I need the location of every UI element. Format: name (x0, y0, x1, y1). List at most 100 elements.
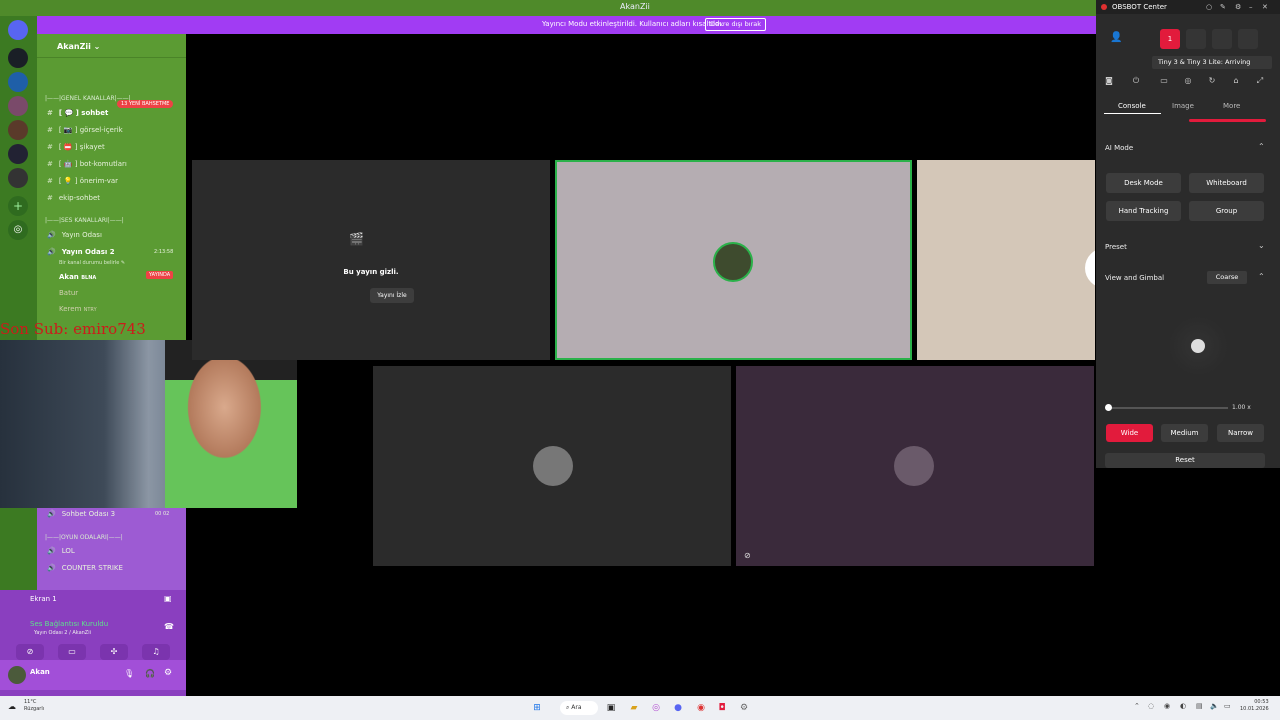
reset-button[interactable]: Reset (1105, 453, 1265, 468)
fov-narrow-button[interactable]: Narrow (1217, 424, 1264, 442)
category-general[interactable]: |——|GENEL KANALLAR|——| (45, 95, 131, 102)
tray-app-icon[interactable]: ◉ (1164, 702, 1170, 710)
user-tile[interactable] (917, 160, 1095, 360)
microphone-icon[interactable]: 🎙 (124, 669, 134, 678)
category-games[interactable]: |——|OYUN ODALARI|——| (45, 534, 123, 541)
discord-home-icon[interactable] (8, 20, 28, 40)
disable-streamer-mode-button[interactable]: Devre dışı bırak (705, 18, 766, 31)
channel-bot-komutlari[interactable]: # [ 🤖 ] bot-komutları (47, 160, 127, 168)
file-explorer-icon[interactable]: ▰ (627, 701, 641, 715)
channel-sikayet[interactable]: # [ 📛 ] şikayet (47, 143, 105, 151)
weather-icon[interactable]: ☁ (8, 702, 16, 711)
server-header[interactable]: AkanZii ⌄ (37, 34, 186, 58)
home-icon[interactable]: ⌂ (1230, 76, 1242, 88)
snapshot-icon[interactable]: ◙ (1103, 76, 1115, 88)
user-icon[interactable]: 👤 (1110, 32, 1122, 43)
device-tab[interactable] (1238, 29, 1258, 49)
tray-app-icon[interactable]: ◐ (1180, 702, 1186, 710)
zoom-slider[interactable] (1105, 404, 1228, 411)
group-button[interactable]: Group (1189, 201, 1264, 221)
chevron-down-icon[interactable]: ⌄ (1258, 241, 1265, 250)
settings-gear-icon[interactable]: ⚙ (164, 668, 172, 678)
server-icon[interactable] (8, 48, 28, 68)
screen-share-icon[interactable]: ▣ (164, 594, 172, 603)
disconnect-icon[interactable]: ☎ (164, 622, 174, 631)
server-icon[interactable] (8, 168, 28, 188)
fov-medium-button[interactable]: Medium (1161, 424, 1208, 442)
fullscreen-icon[interactable]: ⤢ (1254, 76, 1266, 88)
username[interactable]: Akan (30, 668, 50, 676)
target-icon[interactable]: ◎ (1182, 76, 1194, 88)
fov-wide-button[interactable]: Wide (1106, 424, 1153, 442)
soundboard-icon[interactable]: ♫ (142, 644, 170, 660)
voice-member[interactable]: Kerem NTRY (59, 305, 97, 313)
settings-icon[interactable]: ⚙ (737, 701, 751, 715)
watch-stream-button[interactable]: Yayını İzle (370, 288, 414, 303)
server-icon[interactable] (8, 120, 28, 140)
tab-more[interactable]: More (1223, 102, 1240, 110)
share-screen-icon[interactable]: ▭ (58, 644, 86, 660)
zoom-slider-handle[interactable] (1105, 404, 1112, 411)
browser-icon[interactable]: ◎ (649, 701, 663, 715)
server-icon[interactable] (8, 96, 28, 116)
tray-chevron-icon[interactable]: ⌃ (1134, 702, 1140, 710)
headphones-icon[interactable]: 🎧 (145, 669, 155, 678)
tab-console[interactable]: Console (1118, 102, 1146, 110)
voice-channel-lol[interactable]: 🔊 LOL (47, 547, 75, 555)
tab-image[interactable]: Image (1172, 102, 1194, 110)
volume-icon[interactable]: 🔈 (1210, 702, 1219, 710)
gimbal-joystick[interactable] (1168, 316, 1228, 376)
power-icon[interactable]: ⏻ (1130, 76, 1142, 88)
hidden-stream-tile[interactable]: 🎬 Bu yayın gizli. Yayını İzle (192, 160, 550, 360)
server-icon[interactable] (8, 144, 28, 164)
pin-icon[interactable]: ✎ (1220, 3, 1226, 11)
channel-gorsel-icerik[interactable]: # [ 📷 ] görsel-içerik (47, 126, 123, 134)
chevron-up-icon[interactable]: ⌃ (1258, 272, 1265, 281)
start-icon[interactable]: ⊞ (530, 701, 544, 715)
channel-onerim-var[interactable]: # [ 💡 ] önerim-var (47, 177, 118, 185)
speaking-user-tile[interactable] (555, 160, 912, 360)
obsbot-icon[interactable]: ◘ (715, 701, 729, 715)
device-tab[interactable] (1212, 29, 1232, 49)
channel-sohbet[interactable]: # [ 💬 ] sohbet (47, 109, 108, 117)
gimbal-speed-select[interactable]: Coarse (1207, 271, 1247, 284)
joystick-knob[interactable] (1191, 339, 1205, 353)
user-tile[interactable]: ⊘ (736, 366, 1094, 566)
chevron-up-icon[interactable]: ⌃ (1258, 142, 1265, 151)
tray-app-icon[interactable]: ◌ (1148, 702, 1154, 710)
discord-icon[interactable]: ● (671, 701, 685, 715)
record-icon[interactable]: ▭ (1158, 76, 1170, 88)
channel-ekip-sohbet[interactable]: # ekip-sohbet (47, 194, 100, 202)
desk-mode-button[interactable]: Desk Mode (1106, 173, 1181, 193)
hand-tracking-button[interactable]: Hand Tracking (1106, 201, 1181, 221)
news-banner[interactable]: Tiny 3 & Tiny 3 Lite: Arriving (1152, 56, 1272, 69)
voice-channel-yayin-odasi[interactable]: 🔊 Yayın Odası (47, 231, 102, 239)
close-icon[interactable]: ✕ (1262, 3, 1268, 11)
voice-channel-yayin-odasi-2[interactable]: 🔊 Yayın Odası 2 (47, 248, 115, 256)
explore-icon[interactable]: ◎ (8, 220, 28, 240)
server-icon[interactable] (8, 72, 28, 92)
network-icon[interactable]: ▤ (1196, 702, 1203, 710)
whiteboard-button[interactable]: Whiteboard (1189, 173, 1264, 193)
voice-channel-counter-strike[interactable]: 🔊 COUNTER STRIKE (47, 564, 123, 572)
refresh-icon[interactable]: ↻ (1206, 76, 1218, 88)
battery-icon[interactable]: ▭ (1224, 702, 1231, 710)
voice-member[interactable]: Akan BLNA (59, 273, 96, 281)
task-view-icon[interactable]: ▣ (604, 701, 618, 715)
minimize-icon[interactable]: – (1249, 3, 1253, 11)
voice-channel-path[interactable]: Yayın Odası 2 / AkanZii (34, 630, 91, 636)
avatar[interactable] (8, 666, 26, 684)
camera-off-icon[interactable]: ⊘ (16, 644, 44, 660)
activities-icon[interactable]: ✣ (100, 644, 128, 660)
clock[interactable]: 00:53 10.01.2026 (1240, 699, 1269, 713)
voice-channel-sohbet-odasi-3[interactable]: 🔊 Sohbet Odası 3 (47, 510, 115, 518)
notification-icon[interactable]: ○ (1206, 3, 1212, 11)
weather-widget[interactable]: 11°C Rüzgarlı (24, 699, 44, 713)
category-voice[interactable]: |——|SES KANALLARI|——| (45, 217, 124, 224)
device-tab[interactable] (1186, 29, 1206, 49)
device-tab-1[interactable]: 1 (1160, 29, 1180, 49)
obs-icon[interactable]: ◉ (694, 701, 708, 715)
add-server-icon[interactable]: + (8, 196, 28, 216)
voice-member[interactable]: Batur (59, 289, 78, 297)
user-tile[interactable] (373, 366, 731, 566)
